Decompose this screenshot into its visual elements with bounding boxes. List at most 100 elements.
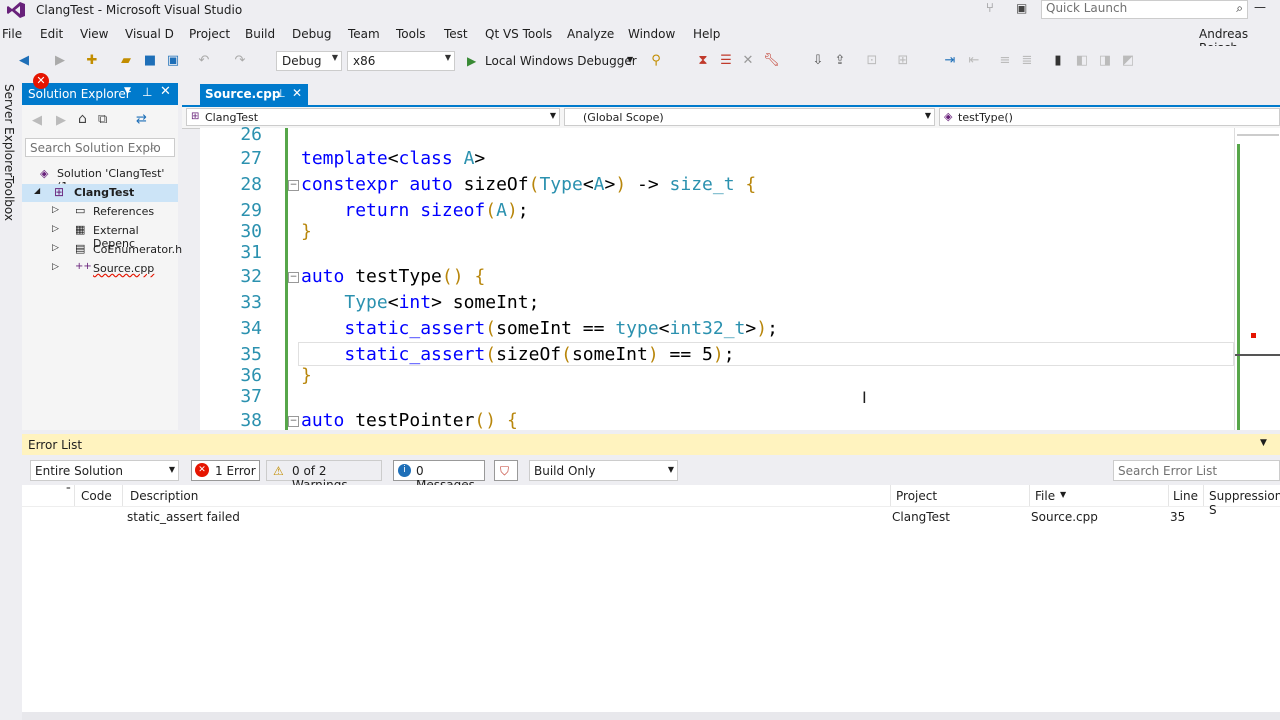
bookmark-clear-icon[interactable]: ◩: [1120, 53, 1136, 69]
back-icon[interactable]: ◀: [16, 53, 32, 69]
comment-icon[interactable]: ⊡: [864, 53, 880, 69]
undo-icon[interactable]: ↶: [196, 53, 212, 69]
outdent-icon[interactable]: ⇤: [966, 53, 982, 69]
scope-select[interactable]: (Global Scope) ▼: [564, 108, 935, 126]
debugger-dropdown-icon[interactable]: ▼: [627, 55, 633, 64]
open-file-icon[interactable]: ▰: [118, 53, 134, 69]
menu-team[interactable]: Team: [348, 27, 380, 41]
home-icon[interactable]: ⌂: [78, 111, 87, 127]
back-icon[interactable]: ◀: [32, 113, 42, 128]
bookmark-prev-icon[interactable]: ⧗: [695, 53, 711, 69]
pin-icon[interactable]: ⊥: [142, 85, 152, 99]
pin-icon[interactable]: ⊥: [276, 87, 286, 100]
code-line: static_assert(sizeOf(someInt) == 5);: [344, 344, 735, 365]
tools-wrench-icon[interactable]: 🔧︎: [763, 53, 780, 69]
switch-views-icon[interactable]: ⧉: [98, 112, 107, 127]
menu-tools[interactable]: Tools: [396, 27, 426, 41]
close-icon[interactable]: ✕: [160, 84, 171, 99]
feedback-icon[interactable]: ⑂: [986, 1, 994, 16]
expand-arrow-icon[interactable]: ▷: [52, 224, 59, 234]
table-row[interactable]: static_assert failed ClangTest Source.cp…: [22, 506, 1280, 528]
forward-icon[interactable]: ▶: [52, 53, 68, 69]
clear-filter-button[interactable]: ⛉: [494, 460, 518, 481]
package-icon[interactable]: ⇪: [832, 53, 848, 69]
forward-icon[interactable]: ▶: [56, 113, 66, 128]
scope-filter-select[interactable]: Entire Solution ▼: [30, 460, 179, 481]
menu-test[interactable]: Test: [444, 27, 468, 41]
tab-source-cpp[interactable]: Source.cpp ⊥ ✕: [200, 84, 308, 105]
column-description[interactable]: Description: [130, 489, 198, 503]
horizontal-scrollbar[interactable]: [22, 712, 1280, 720]
sync-icon[interactable]: ⇄: [136, 112, 147, 127]
expand-arrow-icon[interactable]: ▷: [52, 243, 59, 253]
warnings-filter-button[interactable]: ⚠ 0 of 2 Warnings: [266, 460, 382, 492]
collapse-toggle[interactable]: −: [288, 180, 299, 191]
menu-project[interactable]: Project: [189, 27, 230, 41]
clear-icon[interactable]: ✕: [740, 53, 756, 69]
solution-search-input[interactable]: Search Solution Explo ⌕: [25, 138, 175, 157]
messages-filter-button[interactable]: i 0 Messages: [393, 460, 485, 492]
line-number: 27: [240, 148, 262, 169]
column-project[interactable]: Project: [896, 489, 937, 503]
menu-help[interactable]: Help: [693, 27, 720, 41]
minimize-button[interactable]: —: [1254, 0, 1266, 14]
format-icon[interactable]: ⊞: [895, 53, 911, 69]
start-debugging-button[interactable]: Local Windows Debugger: [485, 54, 637, 68]
tree-item-source-file[interactable]: ▷ ++ Source.cpp: [22, 260, 178, 278]
menu-qt-vs-tools[interactable]: Qt VS Tools: [485, 27, 552, 41]
build-filter-select[interactable]: Build Only ▼: [529, 460, 678, 481]
deploy-icon[interactable]: ⇩: [810, 53, 826, 69]
sort-indicator-icon[interactable]: ⁼: [66, 486, 71, 496]
notification-icon[interactable]: ▣: [1016, 1, 1027, 15]
bookmark-next-2-icon[interactable]: ◨: [1097, 53, 1113, 69]
menu-view[interactable]: View: [80, 27, 108, 41]
tree-item-solution[interactable]: ◈ Solution 'ClangTest' (1: [22, 165, 178, 193]
bookmark-next-icon[interactable]: ☰: [718, 53, 734, 69]
bookmark-icon[interactable]: ▮: [1050, 53, 1066, 69]
tree-item-references[interactable]: ▷ ▭ References: [22, 203, 178, 221]
menu-edit[interactable]: Edit: [40, 27, 63, 41]
platform-select[interactable]: x86 ▼: [347, 51, 455, 71]
menu-window[interactable]: Window: [628, 27, 675, 41]
quick-launch-placeholder: Quick Launch: [1046, 1, 1128, 15]
method-icon: ◈: [944, 110, 953, 123]
configuration-select[interactable]: Debug ▼: [276, 51, 342, 71]
column-file[interactable]: File: [1035, 489, 1055, 503]
save-all-icon[interactable]: ▣: [165, 53, 181, 69]
tree-item-header-file[interactable]: ▷ ▤ CoEnumerator.h: [22, 241, 182, 259]
bookmark-prev-2-icon[interactable]: ◧: [1074, 53, 1090, 69]
play-icon[interactable]: ▶: [467, 54, 476, 68]
panel-menu-icon[interactable]: ▼: [1260, 438, 1267, 448]
expand-arrow-icon[interactable]: ◢: [34, 186, 40, 195]
save-icon[interactable]: ■: [142, 53, 158, 69]
menu-build[interactable]: Build: [245, 27, 275, 41]
server-explorer-tab[interactable]: Server Explorer: [2, 84, 16, 177]
expand-arrow-icon[interactable]: ▷: [52, 205, 59, 215]
menu-analyze[interactable]: Analyze: [567, 27, 614, 41]
close-icon[interactable]: ✕: [292, 86, 302, 100]
menu-file[interactable]: File: [2, 27, 22, 41]
menu-debug[interactable]: Debug: [292, 27, 331, 41]
line-number: 31: [240, 242, 262, 263]
uncomment-icon[interactable]: ≣: [1019, 53, 1035, 69]
tree-item-project[interactable]: ◢ ⊞ ClangTest: [22, 184, 178, 202]
redo-icon[interactable]: ↷: [232, 53, 248, 69]
quick-launch-input[interactable]: Quick Launch ⌕: [1041, 0, 1248, 19]
find-in-files-icon[interactable]: ⚲: [648, 53, 664, 69]
member-select[interactable]: ◈ testType(): [939, 108, 1280, 126]
column-line[interactable]: Line: [1173, 489, 1198, 503]
scrollbar-map[interactable]: [1234, 128, 1280, 430]
error-search-input[interactable]: Search Error List: [1113, 460, 1280, 481]
collapse-toggle[interactable]: −: [288, 272, 299, 283]
new-project-icon[interactable]: ✚: [84, 53, 100, 69]
tree-item-external-deps[interactable]: ▷ ▦ External Depenc: [22, 222, 178, 250]
expand-arrow-icon[interactable]: ▷: [52, 262, 59, 272]
comment-out-icon[interactable]: ≡: [997, 53, 1013, 69]
panel-menu-icon[interactable]: ▼: [124, 86, 131, 96]
indent-icon[interactable]: ⇥: [942, 53, 958, 69]
toolbox-tab[interactable]: Toolbox: [2, 176, 16, 221]
errors-filter-button[interactable]: ✕ 1 Error: [191, 460, 260, 481]
collapse-toggle[interactable]: −: [288, 416, 299, 427]
menu-visual-d[interactable]: Visual D: [125, 27, 174, 41]
column-code[interactable]: Code: [81, 489, 112, 503]
